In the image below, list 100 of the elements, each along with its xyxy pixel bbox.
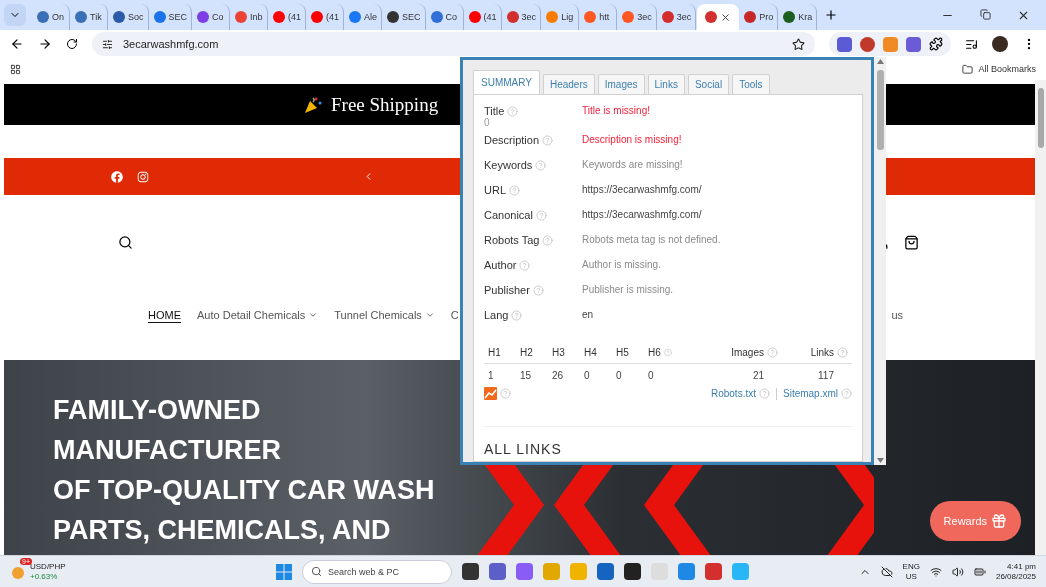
search-icon xyxy=(311,566,322,577)
search-icon[interactable] xyxy=(118,235,133,250)
table-cell-text: 117 xyxy=(817,369,835,381)
popup-tab[interactable]: Images xyxy=(597,74,645,95)
column-header: H5 xyxy=(616,347,629,358)
popup-tab[interactable]: Links xyxy=(647,74,685,95)
field-value: Title is missing! xyxy=(582,105,651,116)
field-value: Keywords are missing! xyxy=(582,159,684,170)
field-label: Description xyxy=(484,134,540,146)
windows-start-icon[interactable] xyxy=(276,563,292,580)
field-label: Author xyxy=(484,259,517,271)
language-indicator[interactable]: ENG US xyxy=(902,561,920,582)
all-bookmarks-button[interactable]: All Bookmarks xyxy=(962,63,1036,75)
extension-icon[interactable] xyxy=(860,36,875,52)
nav-link[interactable]: Auto Detail Chemicals xyxy=(197,309,319,321)
scroll-down-icon[interactable] xyxy=(876,458,884,463)
wifi-icon[interactable] xyxy=(929,565,942,578)
nav-link[interactable]: Tunnel Chemicals xyxy=(334,309,435,321)
hero-heading-line: OF TOP-QUALITY CAR WASH xyxy=(53,474,435,507)
field-label: Lang xyxy=(484,309,509,321)
hero-heading-line: PARTS, CHEMICALS, AND xyxy=(53,514,391,547)
extension-icon[interactable] xyxy=(883,36,898,52)
folder-icon xyxy=(962,63,974,75)
field-value: Publisher is missing. xyxy=(582,284,675,295)
field-value: Description is missing! xyxy=(582,134,683,145)
table-cell-text: 0 xyxy=(615,369,623,381)
announcement-text: Free Shipping xyxy=(331,93,439,116)
popup-tab[interactable]: Headers xyxy=(542,74,595,95)
scrollbar-thumb[interactable] xyxy=(1037,88,1044,148)
section-heading: ALL LINKS xyxy=(484,441,563,457)
column-header: Images xyxy=(731,347,764,358)
cloud-icon[interactable] xyxy=(880,565,893,578)
nav-link[interactable]: C xyxy=(450,309,459,321)
field-label: URL xyxy=(484,184,506,196)
cart-icon[interactable] xyxy=(904,235,919,250)
taskbar-app-icon[interactable] xyxy=(462,563,479,580)
nav-link[interactable]: us xyxy=(891,309,903,321)
column-header: H4 xyxy=(584,347,597,358)
column-header: H3 xyxy=(552,347,565,358)
field-label: Publisher xyxy=(484,284,530,296)
chart-icon[interactable] xyxy=(484,387,497,400)
popup-tab[interactable]: Tools xyxy=(732,74,770,95)
clock[interactable]: 4:41 pm 26/08/2025 xyxy=(995,561,1036,582)
back-icon[interactable] xyxy=(10,37,24,51)
taskbar-search-field[interactable]: Search web & PC xyxy=(302,559,452,584)
apps-icon[interactable] xyxy=(10,63,21,75)
restore-icon[interactable] xyxy=(980,8,991,20)
party-popper-icon xyxy=(303,94,323,115)
scrollbar[interactable] xyxy=(874,57,886,465)
field-label: Robots Tag xyxy=(484,234,540,246)
field-value: en xyxy=(582,309,595,320)
hero-heading-line: MANUFACTURER xyxy=(53,434,281,467)
new-tab-icon[interactable] xyxy=(824,8,839,22)
instagram-icon[interactable] xyxy=(137,170,149,183)
field-label: Keywords xyxy=(484,159,533,171)
taskbar-app-icon[interactable] xyxy=(597,563,614,580)
close-icon[interactable] xyxy=(720,11,732,23)
table-cell-text: 0 xyxy=(583,369,591,381)
extension-icon[interactable] xyxy=(906,36,921,52)
hero-heading-line: FAMILY-OWNED xyxy=(53,394,261,427)
reload-icon[interactable] xyxy=(66,38,78,50)
field-label: Title xyxy=(484,105,505,117)
column-header: H6 xyxy=(648,347,661,358)
field-label: Canonical xyxy=(484,209,533,221)
bookmark-star-icon[interactable] xyxy=(792,37,805,51)
character-count: 0 xyxy=(484,117,491,128)
field-value: https://3ecarwashmfg.com/ xyxy=(582,209,703,220)
column-header: Links xyxy=(810,347,834,358)
profile-avatar[interactable] xyxy=(992,36,1008,52)
popup-tab[interactable]: Social xyxy=(687,74,730,95)
column-header: H2 xyxy=(520,347,533,358)
column-header: H1 xyxy=(488,347,501,358)
site-settings-icon[interactable] xyxy=(102,38,113,50)
address-bar[interactable]: 3ecarwashmfg.com xyxy=(92,32,815,56)
popup-tab[interactable]: SUMMARY xyxy=(473,70,540,95)
field-value: Author is missing. xyxy=(582,259,662,270)
nav-link[interactable]: HOME xyxy=(148,309,181,321)
table-cell-text: 26 xyxy=(551,369,565,381)
table-cell-text: 1 xyxy=(487,369,495,381)
gift-bag-icon xyxy=(991,513,1007,529)
volume-icon[interactable] xyxy=(951,565,964,578)
caret-icon xyxy=(308,310,319,320)
table-cell-text: 0 xyxy=(647,369,655,381)
forward-icon[interactable] xyxy=(38,37,52,51)
field-value: Robots meta tag is not defined. xyxy=(582,234,722,245)
media-icon[interactable] xyxy=(965,37,978,51)
tab-list-button[interactable] xyxy=(4,4,26,26)
facebook-icon[interactable] xyxy=(111,170,123,183)
battery-icon[interactable] xyxy=(973,565,986,578)
taskbar-app-icon[interactable] xyxy=(624,563,641,580)
field-value: https://3ecarwashmfg.com/ xyxy=(582,184,703,195)
browser-tab[interactable] xyxy=(697,4,740,30)
scrollbar-thumb[interactable] xyxy=(876,70,884,150)
sitemap-link[interactable]: Sitemap.xml xyxy=(783,388,838,399)
robots-link[interactable]: Robots.txt xyxy=(710,388,756,399)
scrollbar[interactable] xyxy=(1035,80,1046,555)
extensions-icon[interactable] xyxy=(929,37,943,51)
table-cell-text: 15 xyxy=(519,369,533,381)
extension-icon[interactable] xyxy=(837,36,852,52)
caret-icon xyxy=(424,310,435,320)
